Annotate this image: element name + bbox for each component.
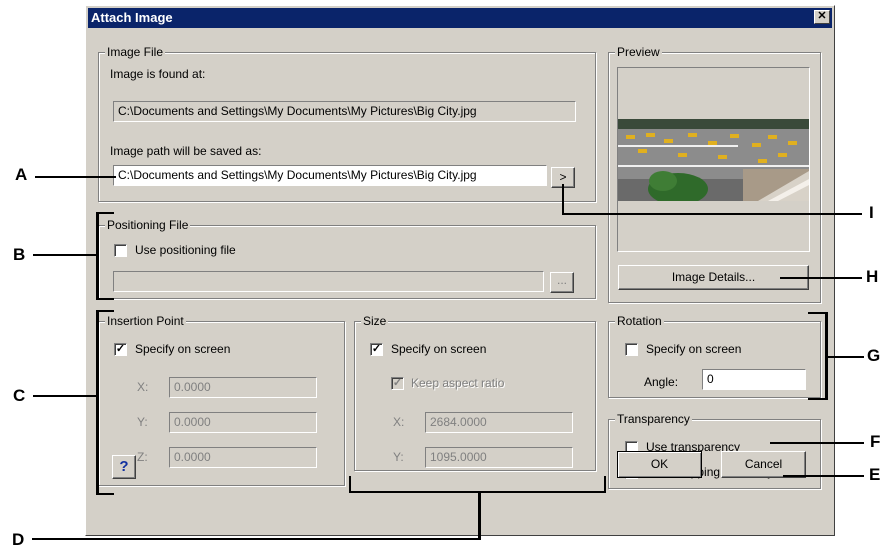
size-specify-checkbox[interactable]: ✓ [370,343,383,356]
size-legend: Size [361,314,389,328]
size-group: Size ✓ Specify on screen ✓ Keep aspect r… [354,314,596,471]
callout-i-line [563,213,862,215]
title-bar: Attach Image ✕ [88,8,832,28]
callout-b-line [33,254,97,256]
angle-field[interactable]: 0 [702,369,806,390]
size-x-label: X: [393,415,405,429]
transparency-legend: Transparency [615,412,692,426]
insertion-x-label: X: [137,380,149,394]
image-file-legend: Image File [105,45,166,59]
angle-label: Angle: [644,375,679,389]
callout-i-stem [562,184,564,215]
insertion-z-field[interactable]: 0.0000 [169,447,317,468]
callout-d-bracket-left [349,476,351,493]
callout-i: I [869,203,874,222]
insertion-y-label: Y: [137,415,148,429]
insertion-z-label: Z: [137,450,148,464]
callout-c: C [13,386,26,405]
callout-b-bracket-top [96,212,114,214]
callout-c-line [33,395,97,397]
positioning-file-group: Positioning File Use positioning file ..… [98,218,596,299]
callout-d-bracket [349,491,606,493]
preview-group: Preview Image Details... [608,45,821,303]
insertion-specify-checkbox[interactable]: ✓ [114,343,127,356]
callout-g-line [826,356,864,358]
size-y-label: Y: [393,450,404,464]
callout-e: E [869,465,881,484]
callout-f-line [770,442,864,444]
callout-b-bracket-bottom [96,298,114,300]
saved-as-label: Image path will be saved as: [110,144,262,158]
dialog-title: Attach Image [91,10,173,25]
callout-h-line [780,277,862,279]
rotation-specify-label: Specify on screen [646,342,742,356]
callout-h: H [866,267,879,286]
callout-b-bracket [96,212,99,300]
callout-a-line [35,176,116,178]
callout-d-stem [478,491,481,540]
help-icon: ? [119,458,129,475]
size-specify-label: Specify on screen [391,342,487,356]
callout-e-line [783,475,864,477]
callout-g: G [867,346,881,365]
callout-d-line [32,538,480,540]
use-positioning-checkbox[interactable] [114,244,127,257]
use-positioning-label: Use positioning file [135,243,236,257]
callout-c-bracket [96,310,99,495]
rotation-specify-checkbox[interactable] [625,343,638,356]
positioning-path-field [113,271,544,292]
callout-d: D [12,530,25,549]
callout-a: A [15,165,28,184]
positioning-browse-button[interactable]: ... [550,272,574,293]
attach-image-dialog: Attach Image ✕ Image File Image is found… [85,5,835,536]
insertion-point-legend: Insertion Point [105,314,186,328]
image-file-group: Image File Image is found at: C:\Documen… [98,45,596,202]
callout-d-bracket-right [604,476,606,493]
callout-g-bracket [825,312,828,400]
close-button[interactable]: ✕ [814,10,830,24]
insertion-y-field[interactable]: 0.0000 [169,412,317,433]
keep-aspect-checkbox: ✓ [391,377,404,390]
found-at-label: Image is found at: [110,67,206,81]
chevron-right-icon: > [559,170,567,184]
ok-button[interactable]: OK [617,451,702,478]
size-x-field[interactable]: 2684.0000 [425,412,573,433]
help-button[interactable]: ? [112,455,136,479]
callout-c-bracket-top [96,310,114,312]
insertion-x-field[interactable]: 0.0000 [169,377,317,398]
callout-c-bracket-bottom [96,493,114,495]
callout-f: F [870,432,881,451]
positioning-file-legend: Positioning File [105,218,191,232]
preview-image [618,119,809,201]
callout-g-bracket-bottom [808,398,828,400]
size-y-field[interactable]: 1095.0000 [425,447,573,468]
cancel-button[interactable]: Cancel [721,451,806,478]
preview-pane [617,67,810,252]
ellipsis-icon: ... [556,273,567,287]
rotation-group: Rotation Specify on screen Angle: 0 [608,314,821,398]
callout-g-bracket-top [808,312,828,314]
rotation-legend: Rotation [615,314,664,328]
callout-b: B [13,245,26,264]
close-icon: ✕ [817,10,827,22]
keep-aspect-label: Keep aspect ratio [411,376,505,390]
insertion-specify-label: Specify on screen [135,342,231,356]
saved-as-field[interactable]: C:\Documents and Settings\My Documents\M… [113,165,547,186]
preview-legend: Preview [615,45,662,59]
found-at-field: C:\Documents and Settings\My Documents\M… [113,101,576,122]
